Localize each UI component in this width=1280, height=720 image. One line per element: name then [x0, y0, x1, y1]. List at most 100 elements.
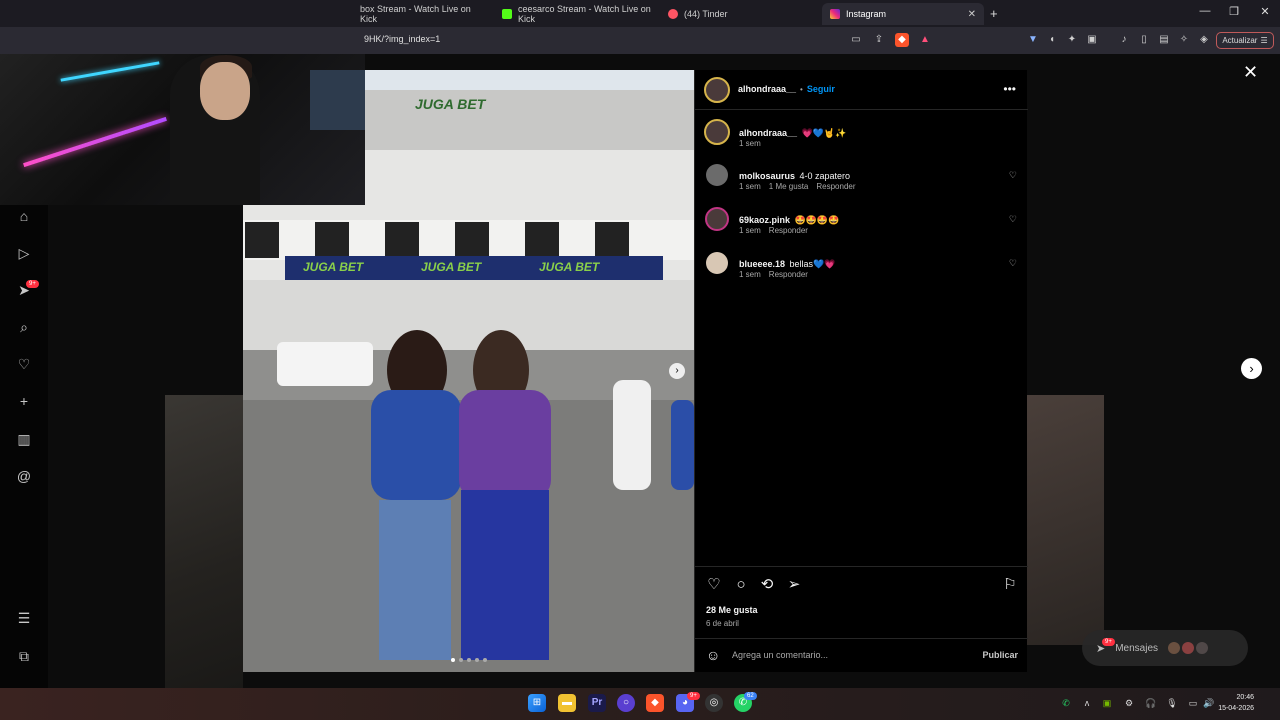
minimize-icon[interactable]: —	[1190, 5, 1220, 17]
window-close-icon[interactable]: ✕	[1250, 5, 1280, 18]
tray-expand-icon[interactable]: ʌ	[1080, 698, 1094, 708]
reply-button[interactable]: Responder	[769, 226, 808, 235]
discord-badge: 9+	[687, 692, 700, 700]
reels-icon[interactable]: ▷	[14, 243, 34, 263]
tray-network-icon[interactable]: ▭	[1186, 698, 1200, 709]
browser-address-bar: 9HK/?img_index=1 ▭ ⇪ ◆ ▲ ▼ ◖ ✦ ▣ ♪ ▯ ▤ ✧…	[0, 27, 1280, 54]
tab-kick-ceesarco[interactable]: ceesarco Stream - Watch Live on Kick	[494, 3, 659, 25]
also-from-meta-icon[interactable]: ⧉	[14, 646, 34, 666]
leo-icon[interactable]: ✧	[1177, 33, 1191, 47]
more-options-icon[interactable]: •••	[1003, 82, 1016, 96]
brave-icon[interactable]: ◆	[646, 694, 664, 712]
like-comment-icon[interactable]: ♡	[1009, 170, 1017, 181]
photo-sign-banner: JUGA BET	[539, 260, 600, 274]
caption-username[interactable]: alhondraaa__	[739, 128, 797, 138]
share-icon[interactable]: ➢	[785, 576, 803, 594]
author-username[interactable]: alhondraaa__	[738, 84, 796, 94]
notifications-icon[interactable]: ♡	[14, 354, 34, 374]
search-icon[interactable]: ⌕	[14, 317, 34, 337]
author-avatar[interactable]	[704, 77, 730, 103]
tray-steelseries-icon[interactable]: ⚙	[1122, 698, 1136, 709]
home-icon[interactable]: ⌂	[14, 206, 34, 226]
publish-button[interactable]: Publicar	[982, 650, 1018, 660]
comment-time: 1 sem	[739, 270, 761, 279]
comment-avatar[interactable]	[705, 207, 729, 231]
comment-avatar[interactable]	[706, 252, 728, 274]
brave-rewards-icon[interactable]: ▲	[918, 33, 932, 47]
carousel-dots	[451, 658, 487, 662]
comment-meta: 1 sem Responder	[739, 270, 808, 279]
tray-volume-icon[interactable]: 🔊	[1202, 698, 1216, 709]
premiere-icon[interactable]: Pr	[588, 694, 606, 712]
tray-nvidia-icon[interactable]: ▣	[1100, 698, 1114, 709]
like-icon[interactable]: ♡	[705, 576, 723, 594]
comment-username[interactable]: 69kaoz.pink	[739, 215, 790, 225]
new-tab-icon[interactable]: +	[990, 6, 998, 21]
photo-sign-banner: JUGA BET	[421, 260, 482, 274]
start-icon[interactable]: ⊞	[528, 694, 546, 712]
sidebar-toggle-icon[interactable]: ▯	[1137, 33, 1151, 47]
audio-icon[interactable]: ◖	[1045, 33, 1059, 47]
steam-icon[interactable]: ◎	[705, 694, 723, 712]
create-icon[interactable]: +	[14, 391, 34, 411]
browser-tab-bar: box Stream - Watch Live on Kick ceesarco…	[0, 0, 1280, 27]
file-explorer-icon[interactable]: ▬	[558, 694, 576, 712]
repost-icon[interactable]: ⟲	[758, 576, 776, 594]
url-field[interactable]: 9HK/?img_index=1	[364, 34, 440, 44]
system-clock[interactable]: 20:46 15-04-2026	[1218, 692, 1254, 714]
tab-instagram[interactable]: Instagram ✕	[822, 3, 984, 25]
privacy-icon[interactable]: ◈	[1197, 33, 1211, 47]
tray-whatsapp-icon[interactable]: ✆	[1059, 698, 1073, 709]
tab-tinder[interactable]: (44) Tinder	[660, 3, 820, 25]
caption-avatar[interactable]	[704, 119, 730, 145]
clock-time: 20:46	[1236, 694, 1254, 701]
comment-username[interactable]: blueeee.18	[739, 259, 785, 269]
threads-icon[interactable]: @	[14, 466, 34, 486]
comment-time: 1 sem	[739, 182, 761, 191]
likes-count[interactable]: 28 Me gusta	[706, 605, 758, 615]
background-post-left	[165, 395, 243, 688]
reply-button[interactable]: Responder	[816, 182, 855, 191]
comment-icon[interactable]: ○	[732, 576, 750, 594]
comment-avatar[interactable]	[706, 164, 728, 186]
tab-label: ceesarco Stream - Watch Live on Kick	[518, 4, 651, 24]
brave-shield-icon[interactable]: ◆	[895, 33, 909, 47]
comment-username[interactable]: molkosaurus	[739, 171, 795, 181]
music-icon[interactable]: ♪	[1117, 33, 1131, 47]
close-tab-icon[interactable]: ✕	[968, 9, 976, 20]
obs-icon[interactable]: ○	[617, 694, 635, 712]
emoji-icon[interactable]: ☺	[706, 647, 720, 663]
close-icon[interactable]: ✕	[1243, 62, 1258, 83]
extensions-icon[interactable]: ✦	[1065, 33, 1079, 47]
like-comment-icon[interactable]: ♡	[1009, 258, 1017, 269]
clock-date: 15-04-2026	[1218, 705, 1254, 712]
comment-input[interactable]: Agrega un comentario...	[732, 650, 828, 660]
comment-time: 1 sem	[739, 226, 761, 235]
next-post-button[interactable]: ›	[1241, 358, 1262, 379]
vpn-icon[interactable]: ▼	[1026, 33, 1040, 47]
wallet-icon[interactable]: ▤	[1157, 33, 1171, 47]
next-image-button[interactable]: ›	[669, 363, 685, 379]
comment-likes[interactable]: 1 Me gusta	[769, 182, 809, 191]
menu-icon[interactable]: ☰	[14, 608, 34, 628]
follow-button[interactable]: Seguir	[807, 84, 835, 94]
like-comment-icon[interactable]: ♡	[1009, 214, 1017, 225]
post-header: alhondraaa__ • Seguir •••	[695, 70, 1028, 110]
cast-icon[interactable]: ▭	[849, 33, 863, 47]
tray-headset-icon[interactable]: 🎧	[1144, 698, 1158, 709]
restore-icon[interactable]: ❐	[1219, 5, 1249, 18]
reply-button[interactable]: Responder	[769, 270, 808, 279]
tray-mic-icon[interactable]: 🎙	[1165, 698, 1179, 709]
tab-kick-box[interactable]: box Stream - Watch Live on Kick	[352, 3, 492, 25]
tab-label: Instagram	[846, 9, 887, 19]
update-button[interactable]: Actualizar ☰	[1216, 32, 1274, 49]
screenshot-icon[interactable]: ▣	[1085, 33, 1099, 47]
messages-badge: 9+	[1102, 638, 1115, 646]
share-page-icon[interactable]: ⇪	[872, 33, 886, 47]
dashboard-icon[interactable]: ▥	[14, 429, 34, 449]
messages-pill[interactable]: ➤ Mensajes	[1082, 630, 1248, 666]
comment-text: 🤩🤩🤩🤩	[794, 215, 840, 225]
direct-badge: 9+	[26, 280, 39, 288]
save-icon[interactable]: ⚐	[1001, 576, 1019, 594]
comment-meta: 1 sem 1 Me gusta Responder	[739, 182, 856, 191]
